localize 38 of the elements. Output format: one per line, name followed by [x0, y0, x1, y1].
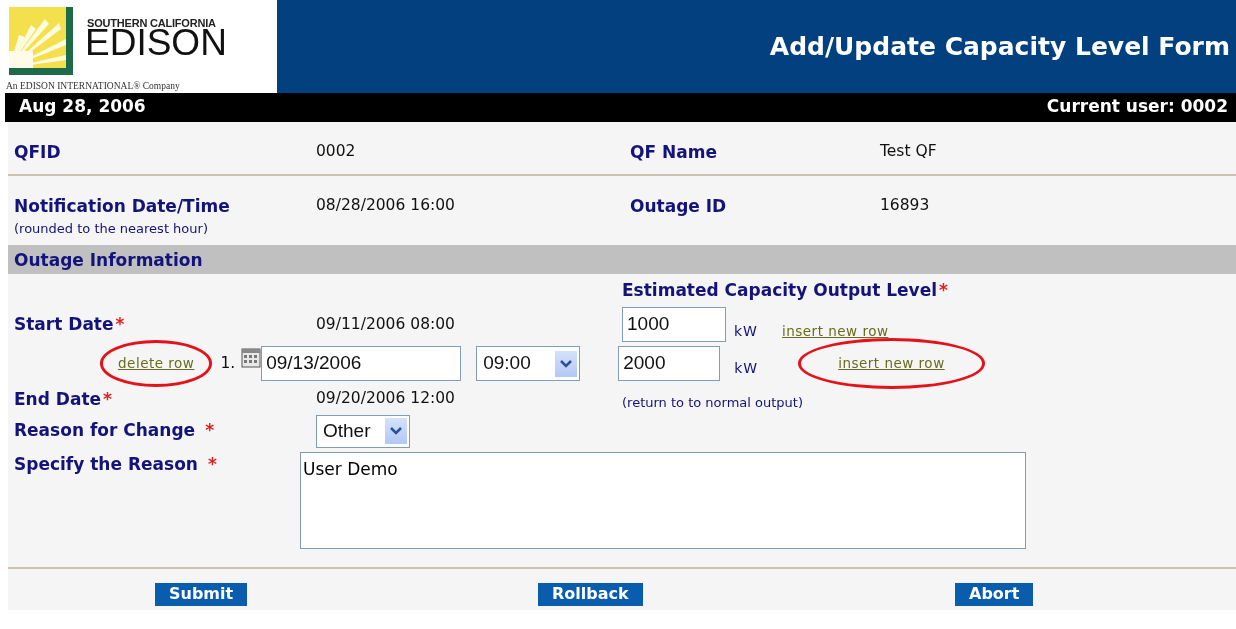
field-label: QF Name	[630, 141, 718, 164]
logo-tagline: An EDISON INTERNATIONAL® Company	[6, 80, 180, 93]
logo-text: SOUTHERN CALIFORNIA	[87, 16, 216, 29]
unit-label: kW	[734, 359, 759, 378]
section-header: Outage Information	[8, 244, 1236, 274]
capacity-input[interactable]: 1000	[622, 307, 726, 342]
field-label: Outage ID	[630, 194, 728, 218]
time-dropdown[interactable]: 09:00	[476, 346, 581, 381]
capacity-input[interactable]: 2000	[618, 346, 721, 381]
current-user-text: Current user: 0002	[1046, 95, 1228, 118]
row-index: 1.	[220, 352, 236, 374]
reason-dropdown[interactable]: Other	[316, 414, 410, 448]
action-button[interactable]: Abort	[955, 583, 1034, 606]
field-value: 08/28/2006 16:00	[316, 194, 456, 216]
date-input[interactable]: 09/13/2006	[261, 346, 462, 381]
field-value: 09/11/2006 08:00	[316, 313, 456, 335]
logo-sun-icon	[9, 7, 73, 75]
date-text: Aug 28, 2006	[19, 95, 146, 118]
insert-row-link[interactable]: insert new row	[781, 322, 889, 339]
field-value: 16893	[880, 194, 931, 216]
insert-row-link[interactable]: insert new row	[838, 355, 945, 372]
field-label: Estimated Capacity Output Level*	[622, 278, 949, 302]
field-value: Test QF	[880, 141, 938, 162]
action-button[interactable]: Rollback	[538, 583, 643, 606]
field-value: 0002	[316, 141, 357, 162]
page-title: Add/Update Capacity Level Form	[769, 30, 1230, 63]
note-text: (return to to normal output)	[622, 394, 804, 412]
calendar-icon[interactable]	[241, 348, 262, 368]
action-button[interactable]: Submit	[155, 583, 248, 606]
note-text: (rounded to the nearest hour)	[14, 220, 209, 238]
reason-textarea[interactable]: User Demo	[300, 451, 1026, 549]
field-label: Notification Date/Time	[14, 194, 231, 218]
field-label: Reason for Change *	[14, 419, 216, 443]
unit-label: kW	[734, 322, 758, 341]
field-label: Start Date*	[14, 312, 126, 336]
field-label: QFID	[14, 141, 62, 164]
field-label: End Date*	[14, 388, 113, 411]
delete-row-link[interactable]: delete row	[118, 355, 195, 372]
